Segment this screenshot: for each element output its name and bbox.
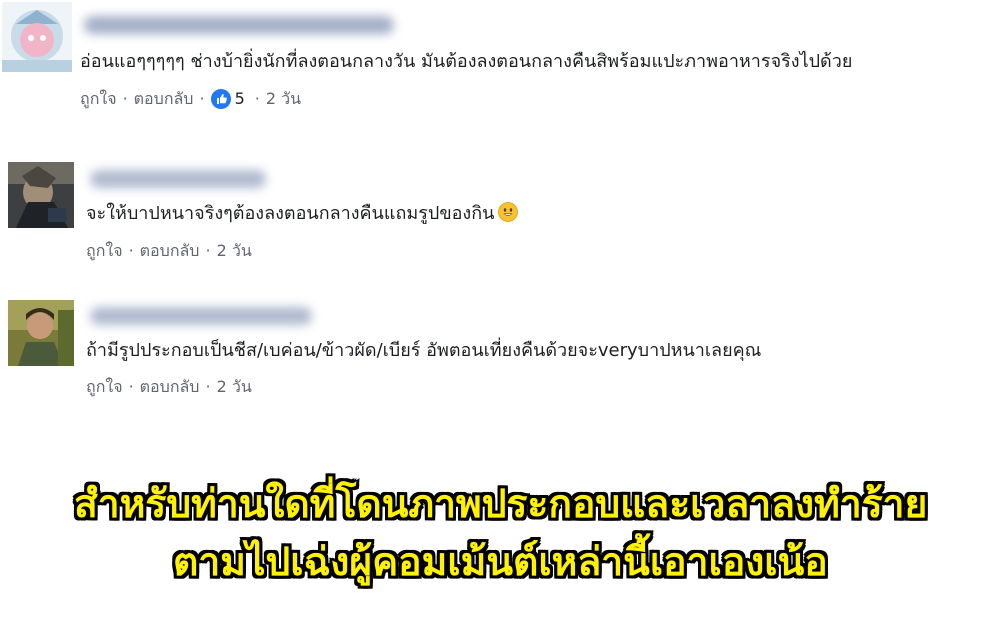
comment-actions: ถูกใจ · ตอบกลับ · 2 วัน [86,241,252,261]
thumbs-up-icon [210,89,231,109]
like-count: 5 [234,89,245,108]
comment-actions: ถูกใจ · ตอบกลับ · 2 วัน [86,377,252,397]
avatar[interactable] [2,2,72,72]
separator-dot: · [199,89,205,108]
caption-line-2: ตามไปเฉ่งผู้คอมเม้นต์เหล่านี้เอาเองเน้อ [173,540,828,585]
avatar[interactable] [8,300,74,366]
like-link[interactable]: ถูกใจ [80,89,117,109]
avatar-image [8,300,74,366]
comment-text-content: จะให้บาปหนาจริงๆต้องลงตอนกลางคืนแถมรูปขอ… [86,203,495,224]
timestamp[interactable]: 2 วัน [217,377,252,397]
comment-text: ถ้ามีรูปประกอบเป็นชีส/เบค่อน/ข้าวผัด/เบี… [86,340,762,361]
reply-link[interactable]: ตอบกลับ [140,241,200,261]
comment-text: จะให้บาปหนาจริงๆต้องลงตอนกลางคืนแถมรูปขอ… [86,202,519,226]
reply-link[interactable]: ตอบกลับ [140,377,200,397]
reaction-count[interactable]: 5 [210,89,245,109]
like-link[interactable]: ถูกใจ [86,377,123,397]
comment-1: อ่อนแอๆๆๆๆๆ ช่างบ้ายิ่งนักที่ลงตอนกลางวั… [0,0,1000,130]
timestamp[interactable]: 2 วัน [217,241,252,261]
comment-text: อ่อนแอๆๆๆๆๆ ช่างบ้ายิ่งนักที่ลงตอนกลางวั… [80,51,853,72]
timestamp[interactable]: 2 วัน [266,89,301,109]
caption-line-1: สำหรับท่านใดที่โดนภาพประกอบและเวลาลงทำร้… [74,482,928,527]
separator-dot: · [254,89,260,108]
comment-3: ถ้ามีรูปประกอบเป็นชีส/เบค่อน/ข้าวผัด/เบี… [0,285,1000,415]
blurred-commenter-name [84,16,394,34]
blurred-commenter-name [90,307,312,325]
separator-dot: · [128,377,134,396]
smiley-emoji-icon [498,202,519,222]
separator-dot: · [122,89,128,108]
comment-actions: ถูกใจ · ตอบกลับ · 5 · 2 วัน [80,89,301,109]
separator-dot: · [205,241,211,260]
avatar-image [8,162,74,228]
comment-2: จะให้บาปหนาจริงๆต้องลงตอนกลางคืนแถมรูปขอ… [0,150,1000,280]
avatar[interactable] [8,162,74,228]
reply-link[interactable]: ตอบกลับ [134,89,194,109]
avatar-image [2,2,72,72]
separator-dot: · [205,377,211,396]
separator-dot: · [128,241,134,260]
like-link[interactable]: ถูกใจ [86,241,123,261]
blurred-commenter-name [90,170,266,188]
